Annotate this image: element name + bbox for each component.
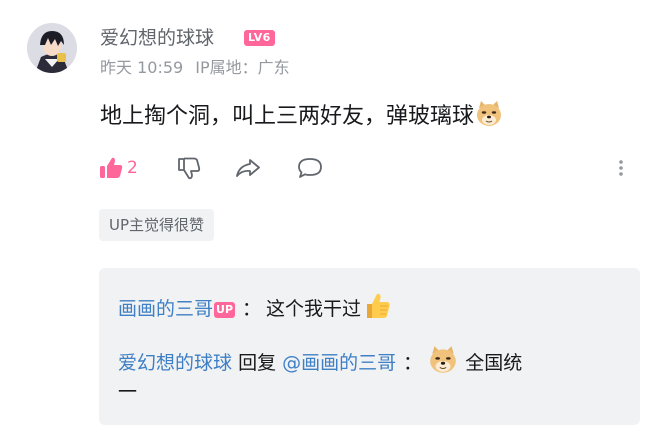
avatar[interactable] [27,23,77,73]
share-icon [236,159,260,177]
share-button[interactable] [234,152,262,184]
reply-button[interactable] [296,152,324,184]
thumbs-up-emoji [361,290,393,322]
level-badge: LV6 [244,30,275,46]
reply-text-continued: 一 [118,376,137,408]
comment-bubble-icon [298,158,322,178]
doge-emoji [427,344,459,376]
more-vertical-icon [619,160,623,176]
reply-text: 这个我干过 [266,298,362,320]
reply-username[interactable]: 画画的三哥 [118,298,213,320]
reply-mention[interactable]: @画画的三哥 [282,352,396,374]
ip-location: IP属地：广东 [195,58,290,77]
up-liked-tag: UP主觉得很赞 [99,209,215,241]
comment-text: 地上掏个洞，叫上三两好友，弹玻璃球 [100,104,475,129]
comment-meta: 昨天 10:59 IP属地：广东 [100,57,290,79]
comment-content: 地上掏个洞，叫上三两好友，弹玻璃球 [100,99,504,134]
comment-username[interactable]: 爱幻想的球球 [100,25,214,51]
comment-time: 昨天 10:59 [100,58,184,77]
thumbs-up-icon [100,157,123,178]
reply-item: 爱幻想的球球 回复 @画画的三哥 ： 全国统 [118,344,522,379]
like-count: 2 [127,158,138,178]
like-button[interactable]: 2 [98,152,138,184]
avatar-image [27,23,77,73]
reply-word: 回复 [238,352,277,374]
reply-text-line2: 一 [118,381,138,403]
more-options-button[interactable] [616,152,626,184]
thumbs-down-icon [178,157,201,180]
reply-username[interactable]: 爱幻想的球球 [118,352,232,374]
reply-item: 画画的三哥 UP ：这个我干过 [118,290,393,325]
reply-separator: ： [242,298,262,320]
dislike-button[interactable] [176,152,202,184]
comment-actions: 2 [98,152,638,184]
up-badge: UP [214,302,236,318]
replies-box: 画画的三哥 UP：这个我干过 爱幻想的球球 回复 @画画的三哥： 全国统 一 [99,268,640,425]
reply-text-line1: 全国统 [465,352,523,374]
reply-separator: ： [403,352,423,374]
doge-emoji [474,99,504,129]
